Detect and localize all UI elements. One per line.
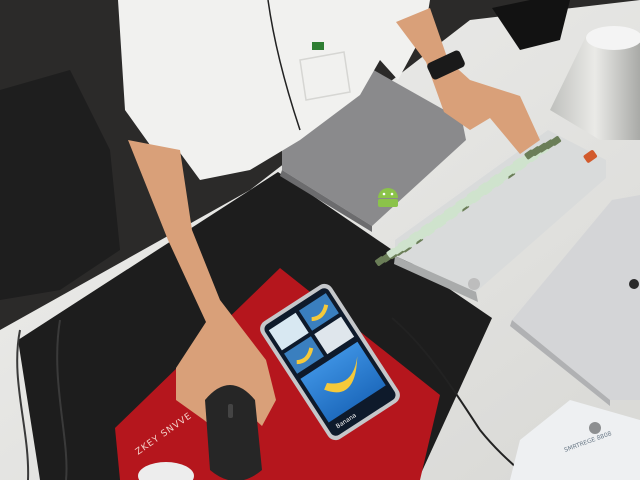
keyboard-knob xyxy=(468,278,480,290)
shirt-logo xyxy=(312,42,324,50)
apple-logo-icon xyxy=(629,279,639,289)
desk-scene: ZKEY SNVVE SMRTREGE 8808 Banana xyxy=(0,0,640,480)
device-button xyxy=(589,422,601,434)
computer-mouse xyxy=(205,385,262,480)
